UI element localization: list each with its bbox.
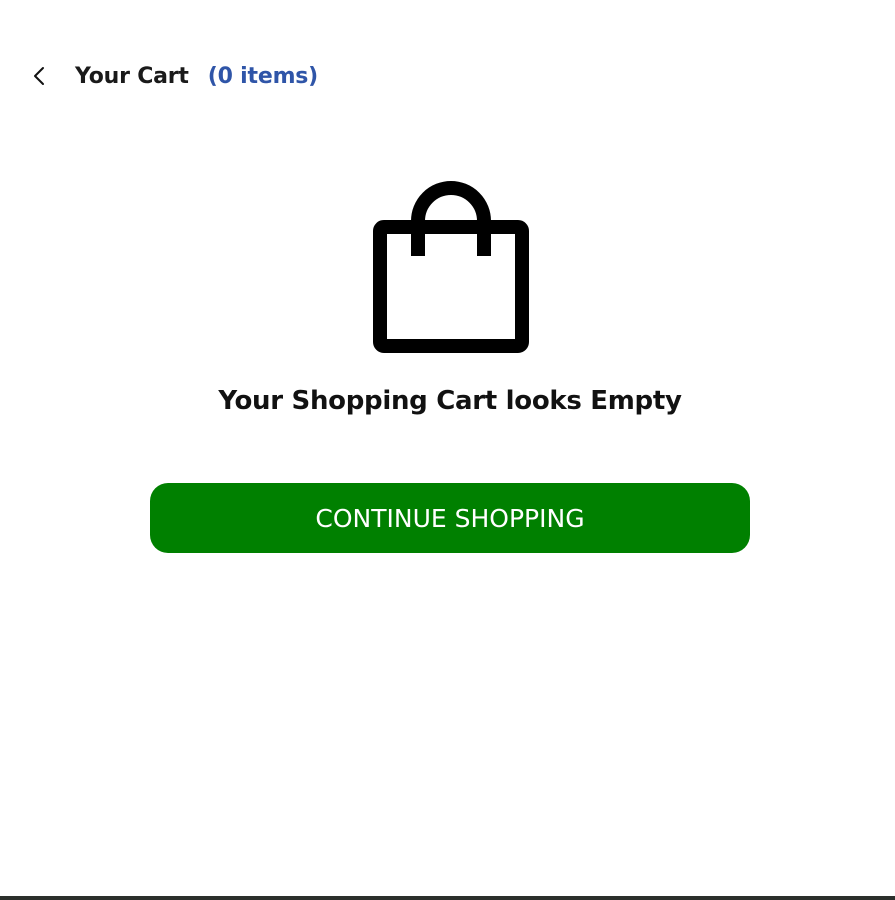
cart-header: Your Cart (0 items) (30, 58, 318, 94)
back-button[interactable] (30, 58, 56, 94)
item-count: (0 items) (207, 63, 319, 89)
continue-shopping-button[interactable]: CONTINUE SHOPPING (150, 483, 750, 553)
chevron-left-icon (34, 67, 44, 85)
bottom-border (0, 896, 895, 900)
cart-page: Your Cart (0 items) Your Shopping Cart l… (0, 0, 895, 900)
empty-cart-message: Your Shopping Cart looks Empty (218, 386, 682, 416)
page-title: Your Cart (75, 63, 189, 89)
shopping-bag-icon (373, 181, 529, 353)
